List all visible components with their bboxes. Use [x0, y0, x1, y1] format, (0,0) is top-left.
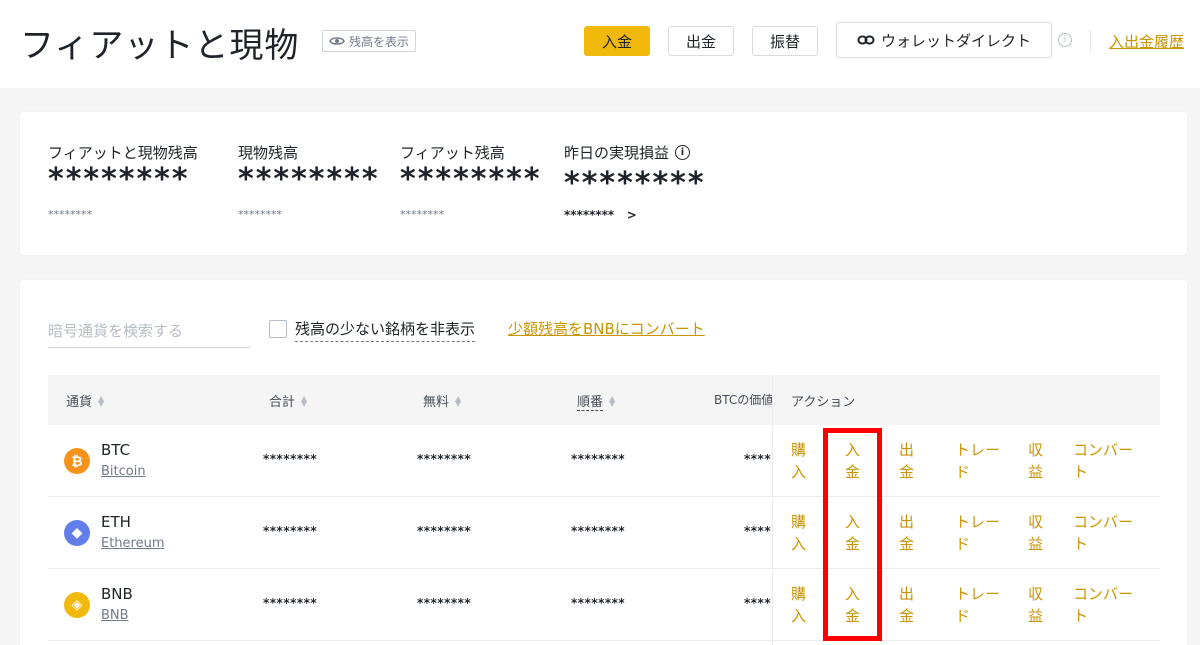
transfer-button[interactable]: 振替 — [752, 26, 818, 56]
total-balance-label: フィアットと現物残高 — [48, 144, 198, 162]
search-input[interactable]: 暗号通貨を検索する — [48, 318, 250, 348]
header-divider — [1090, 30, 1091, 52]
fiat-balance-label: フィアット残高 — [400, 144, 505, 162]
wallet-direct-button[interactable]: ウォレットダイレクト — [836, 22, 1052, 58]
sort-icon: ▲ ▼ — [301, 393, 308, 408]
info-icon[interactable]: i — [675, 145, 691, 160]
withdraw-button[interactable]: 出金 — [668, 26, 734, 56]
ethereum-icon: ◆ — [64, 520, 90, 546]
convert-small-to-bnb-link[interactable]: 少額残高をBNBにコンバート — [508, 318, 705, 339]
column-currency[interactable]: 通貨 ▲ ▼ — [66, 391, 104, 410]
buy-action[interactable]: 購入 — [791, 583, 811, 627]
link-icon — [857, 35, 875, 45]
buy-action[interactable]: 購入 — [791, 511, 811, 555]
spot-balance-sub: ******** — [238, 208, 282, 221]
earn-action[interactable]: 収益 — [1028, 511, 1048, 555]
sort-icon: ▲ ▼ — [609, 394, 616, 408]
sort-icon: ▲ ▼ — [98, 393, 105, 408]
order-cell: ******** — [571, 524, 626, 538]
column-order[interactable]: 順番 ▲ ▼ — [577, 391, 615, 411]
total-balance-value: ******** — [48, 162, 190, 197]
total-cell: ******** — [263, 524, 318, 538]
hide-small-checkbox[interactable] — [269, 320, 287, 338]
free-cell: ******** — [417, 596, 472, 610]
sort-icon: ▲ ▼ — [455, 393, 462, 408]
coin-name-link[interactable]: BNB — [101, 608, 129, 623]
free-cell: ******** — [417, 524, 472, 538]
table-row: ₿ BTC Bitcoin ******** ******** ********… — [48, 425, 1160, 497]
coin-name-link[interactable]: Ethereum — [101, 536, 165, 551]
bnb-icon: ◈ — [64, 592, 90, 618]
wallet-direct-label: ウォレットダイレクト — [880, 31, 1031, 50]
realized-pnl-sub[interactable]: ******** > — [564, 208, 637, 222]
bitcoin-icon: ₿ — [64, 448, 90, 474]
info-icon[interactable]: i — [1058, 33, 1072, 47]
fiat-balance-value: ******** — [400, 162, 542, 197]
btc-value-cell: **** — [744, 452, 772, 466]
coin-name-link[interactable]: Bitcoin — [101, 464, 146, 479]
page-header: フィアットと現物 残高を表示 入金 出金 振替 ウォレットダイレクト i 入出金… — [0, 0, 1200, 88]
btc-value-cell: **** — [744, 524, 772, 538]
withdraw-action[interactable]: 出金 — [899, 439, 919, 483]
realized-pnl-value: ******** — [564, 166, 706, 201]
deposit-button[interactable]: 入金 — [584, 26, 650, 56]
coin-symbol: ETH — [101, 513, 131, 531]
coin-symbol: BTC — [101, 441, 131, 459]
page-title: フィアットと現物 — [20, 26, 300, 66]
balance-summary-card: フィアットと現物残高 ******** ******** 現物残高 ******… — [20, 112, 1187, 255]
btc-value-cell: **** — [744, 596, 772, 610]
earn-action[interactable]: 収益 — [1028, 439, 1048, 483]
trade-action[interactable]: トレード — [955, 583, 1003, 627]
withdraw-action[interactable]: 出金 — [899, 583, 919, 627]
eye-icon — [329, 37, 345, 45]
column-btc-value[interactable]: BTCの価値 — [714, 391, 774, 408]
free-cell: ******** — [417, 452, 472, 466]
convert-action[interactable]: コンバート — [1073, 511, 1137, 555]
column-free[interactable]: 無料 ▲ ▼ — [423, 391, 461, 410]
convert-action[interactable]: コンバート — [1073, 439, 1137, 483]
trade-action[interactable]: トレード — [955, 439, 1003, 483]
total-cell: ******** — [263, 452, 318, 466]
coin-symbol: BNB — [101, 585, 133, 603]
realized-pnl-label: 昨日の実現損益 i — [564, 142, 691, 163]
fiat-balance-sub: ******** — [400, 208, 444, 221]
deposit-withdraw-history-link[interactable]: 入出金履歴 — [1109, 31, 1184, 52]
withdraw-action[interactable]: 出金 — [899, 511, 919, 555]
table-row: ◆ ETH Ethereum ******** ******** *******… — [48, 497, 1160, 569]
buy-action[interactable]: 購入 — [791, 439, 811, 483]
show-balance-label: 残高を表示 — [349, 34, 410, 49]
chevron-right-icon: > — [626, 208, 637, 222]
hide-small-label[interactable]: 残高の少ない銘柄を非表示 — [295, 318, 476, 342]
column-total[interactable]: 合計 ▲ ▼ — [269, 391, 307, 410]
earn-action[interactable]: 収益 — [1028, 583, 1048, 627]
deposit-column-highlight — [823, 428, 882, 641]
asset-list-card: 暗号通貨を検索する 残高の少ない銘柄を非表示 少額残高をBNBにコンバート 通貨… — [20, 280, 1187, 645]
spot-balance-label: 現物残高 — [238, 144, 299, 162]
order-cell: ******** — [571, 452, 626, 466]
convert-action[interactable]: コンバート — [1073, 583, 1137, 627]
order-cell: ******** — [571, 596, 626, 610]
table-row: ◈ BNB BNB ******** ******** ******** ***… — [48, 569, 1160, 641]
show-balance-button[interactable]: 残高を表示 — [322, 30, 417, 52]
spot-balance-value: ******** — [238, 162, 380, 197]
trade-action[interactable]: トレード — [955, 511, 1003, 555]
total-balance-sub: ******** — [48, 208, 92, 221]
total-cell: ******** — [263, 596, 318, 610]
